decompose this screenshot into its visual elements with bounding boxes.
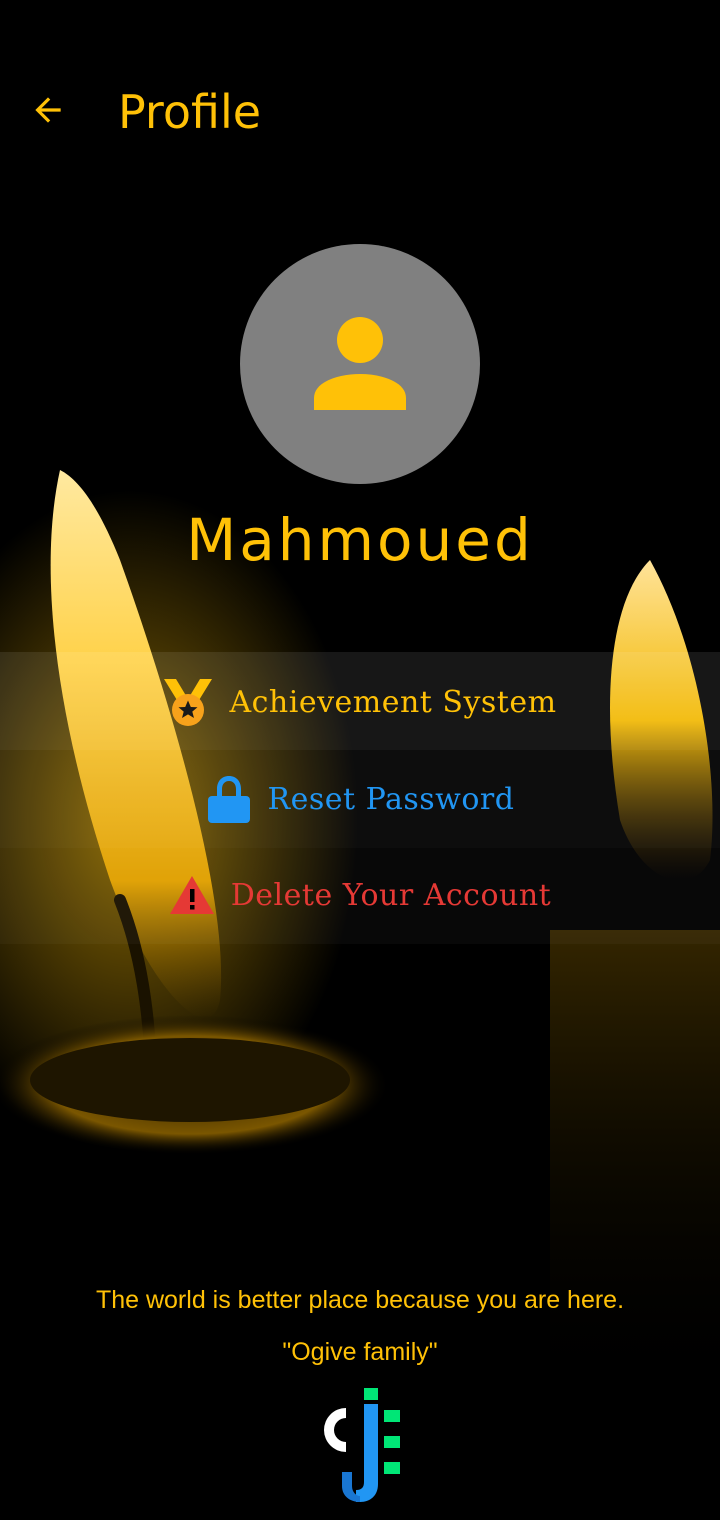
person-icon — [312, 314, 408, 414]
page-title: Profile — [118, 85, 262, 139]
delete-account-label: Delete Your Account — [230, 877, 552, 913]
achievement-system-label: Achievement System — [229, 684, 557, 720]
warning-icon — [169, 874, 215, 916]
footer-quote: The world is better place because you ar… — [95, 1286, 625, 1314]
reset-password-label: Reset Password — [267, 781, 515, 817]
reset-password-button[interactable]: Reset Password — [0, 769, 720, 829]
ogive-logo-icon — [316, 1386, 408, 1504]
lock-icon — [206, 774, 252, 824]
medal-icon — [163, 677, 213, 727]
achievement-system-button[interactable]: Achievement System — [0, 672, 720, 732]
username: Mahmoued — [186, 506, 534, 574]
delete-account-button[interactable]: Delete Your Account — [0, 865, 720, 925]
back-button[interactable] — [24, 88, 72, 136]
avatar[interactable] — [240, 244, 480, 484]
arrow-left-icon — [29, 91, 67, 133]
footer-signature: "Ogive family" — [282, 1338, 438, 1366]
